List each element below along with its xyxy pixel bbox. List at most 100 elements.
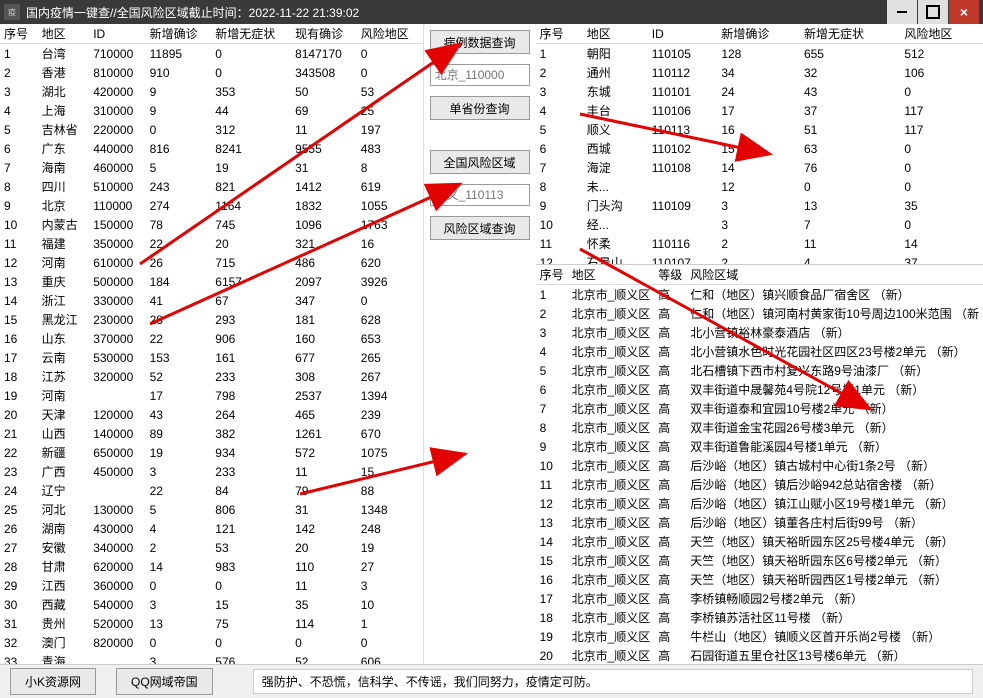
right-bot-row[interactable]: 14北京市_顺义区高天竺（地区）镇天裕昕园东区25号楼4单元 （新） (536, 532, 983, 551)
left-table-row[interactable]: 30西藏5400003153510 (0, 595, 423, 614)
right-top-row[interactable]: 7海淀11010814760 (536, 158, 983, 177)
minimize-button[interactable] (887, 0, 917, 24)
right-top-row[interactable]: 1朝阳110105128655512 (536, 44, 983, 64)
footer: 小K资源网 QQ网域帝国 强防护、不恐慌，信科学、不传谣，我们同努力，疫情定可防… (0, 664, 983, 698)
left-table-row[interactable]: 33青海357652606 (0, 652, 423, 664)
left-table-row[interactable]: 1台湾71000011895081471700 (0, 44, 423, 64)
left-table-row[interactable]: 15黑龙江23000028293181628 (0, 310, 423, 329)
right-bot-row[interactable]: 8北京市_顺义区高双丰街道金宝花园26号楼3单元 （新） (536, 418, 983, 437)
left-table-row[interactable]: 18江苏32000052233308267 (0, 367, 423, 386)
province-input[interactable] (430, 64, 530, 86)
left-table-row[interactable]: 3湖北42000093535053 (0, 82, 423, 101)
left-table-row[interactable]: 14浙江33000041673470 (0, 291, 423, 310)
right-bot-row[interactable]: 12北京市_顺义区高后沙峪（地区）镇江山赋小区19号楼1单元 （新） (536, 494, 983, 513)
col-header: 新增确诊 (717, 24, 800, 44)
left-table-row[interactable]: 22新疆650000199345721075 (0, 443, 423, 462)
col-header: 风险地区 (357, 24, 423, 44)
right-bot-row[interactable]: 1北京市_顺义区高仁和（地区）镇兴顺食品厂宿舍区 （新） (536, 285, 983, 305)
maximize-button[interactable] (918, 0, 948, 24)
right-top-row[interactable]: 10经...370 (536, 215, 983, 234)
right-bot-row[interactable]: 17北京市_顺义区高李桥镇畅顺园2号楼2单元 （新） (536, 589, 983, 608)
left-table-row[interactable]: 31贵州52000013751141 (0, 614, 423, 633)
right-top-row[interactable]: 6西城11010215630 (536, 139, 983, 158)
left-table-row[interactable]: 11福建350000222032116 (0, 234, 423, 253)
close-button[interactable]: × (949, 0, 979, 24)
left-table-row[interactable]: 2香港81000091003435080 (0, 63, 423, 82)
col-header: 现有确诊 (291, 24, 357, 44)
right-top-row[interactable]: 3东城11010124430 (536, 82, 983, 101)
col-header: ID (89, 24, 145, 44)
left-table-row[interactable]: 7海南460000519318 (0, 158, 423, 177)
right-bot-row[interactable]: 10北京市_顺义区高后沙峪（地区）镇古城村中心街1条2号 （新） (536, 456, 983, 475)
right-bot-row[interactable]: 11北京市_顺义区高后沙峪（地区）镇后沙峪942总站宿舍楼 （新） (536, 475, 983, 494)
left-table-row[interactable]: 29江西36000000113 (0, 576, 423, 595)
left-table-row[interactable]: 24辽宁22847988 (0, 481, 423, 500)
right-panel: 序号地区ID新增确诊新增无症状风险地区 1朝阳1101051286555122通… (536, 24, 983, 664)
app-icon: 疫 (4, 4, 20, 20)
right-top-panel: 序号地区ID新增确诊新增无症状风险地区 1朝阳1101051286555122通… (536, 24, 983, 264)
center-panel: 病例数据查询 单省份查询 全国风险区域 风险区域查询 (424, 24, 536, 664)
left-table-row[interactable]: 9北京110000274116418321055 (0, 196, 423, 215)
right-bot-row[interactable]: 9北京市_顺义区高双丰街道鲁能溪园4号楼1单元 （新） (536, 437, 983, 456)
col-header: 新增确诊 (146, 24, 212, 44)
risk-query-button[interactable]: 风险区域查询 (430, 216, 530, 240)
right-bot-row[interactable]: 4北京市_顺义区高北小营镇水色时光花园社区四区23号楼2单元 （新） (536, 342, 983, 361)
left-table-row[interactable]: 32澳门8200000000 (0, 633, 423, 652)
left-table-row[interactable]: 6广东44000081682419555483 (0, 139, 423, 158)
right-bot-row[interactable]: 5北京市_顺义区高北石槽镇下西市村复兴东路9号油漆厂 （新） (536, 361, 983, 380)
left-table-row[interactable]: 5吉林省220000031211197 (0, 120, 423, 139)
left-table-row[interactable]: 27安徽3400002532019 (0, 538, 423, 557)
right-top-row[interactable]: 4丰台1101061737117 (536, 101, 983, 120)
right-top-row[interactable]: 9门头沟11010931335 (536, 196, 983, 215)
col-header: 新增无症状 (800, 24, 900, 44)
col-header: ID (648, 24, 718, 44)
col-header: 风险地区 (900, 24, 983, 44)
right-top-row[interactable]: 2通州1101123432106 (536, 63, 983, 82)
right-bot-row[interactable]: 19北京市_顺义区高牛栏山（地区）镇顺义区首开乐尚2号楼 （新） (536, 627, 983, 646)
left-table-row[interactable]: 21山西140000893821261670 (0, 424, 423, 443)
province-query-button[interactable]: 单省份查询 (430, 96, 530, 120)
right-bot-row[interactable]: 18北京市_顺义区高李桥镇苏活社区11号楼 （新） (536, 608, 983, 627)
left-table-row[interactable]: 10内蒙古1500007874510961763 (0, 215, 423, 234)
col-header: 地区 (583, 24, 648, 44)
risk-all-button[interactable]: 全国风险区域 (430, 150, 530, 174)
right-bottom-table: 序号地区等级风险区域 1北京市_顺义区高仁和（地区）镇兴顺食品厂宿舍区 （新）2… (536, 265, 983, 664)
right-bot-row[interactable]: 2北京市_顺义区高仁和（地区）镇河南村黄家街10号周边100米范围 （新 (536, 304, 983, 323)
case-query-button[interactable]: 病例数据查询 (430, 30, 530, 54)
right-bottom-panel: 序号地区等级风险区域 1北京市_顺义区高仁和（地区）镇兴顺食品厂宿舍区 （新）2… (536, 264, 983, 664)
col-header: 序号 (0, 24, 38, 44)
footer-message: 强防护、不恐慌，信科学、不传谣，我们同努力，疫情定可防。 (253, 669, 973, 694)
right-bot-row[interactable]: 15北京市_顺义区高天竺（地区）镇天裕昕园东区6号楼2单元 （新） (536, 551, 983, 570)
left-panel: 序号地区ID新增确诊新增无症状现有确诊风险地区 1台湾7100001189508… (0, 24, 424, 664)
left-table-row[interactable]: 13重庆500000184615720973926 (0, 272, 423, 291)
left-table-row[interactable]: 17云南530000153161677265 (0, 348, 423, 367)
right-bot-row[interactable]: 16北京市_顺义区高天竺（地区）镇天裕昕园西区1号楼2单元 （新） (536, 570, 983, 589)
right-top-row[interactable]: 12石景山1101072437 (536, 253, 983, 264)
right-bot-row[interactable]: 20北京市_顺义区高石园街道五里仓社区13号楼6单元 （新） (536, 646, 983, 664)
left-table-row[interactable]: 28甘肃6200001498311027 (0, 557, 423, 576)
right-bot-row[interactable]: 13北京市_顺义区高后沙峪（地区）镇董各庄村后街99号 （新） (536, 513, 983, 532)
left-table-row[interactable]: 12河南61000026715486620 (0, 253, 423, 272)
left-table-row[interactable]: 16山东37000022906160653 (0, 329, 423, 348)
right-top-row[interactable]: 8未...1200 (536, 177, 983, 196)
right-bot-row[interactable]: 3北京市_顺义区高北小营镇裕林豪泰酒店 （新） (536, 323, 983, 342)
left-table-row[interactable]: 23广西45000032331115 (0, 462, 423, 481)
left-table-row[interactable]: 26湖南4300004121142248 (0, 519, 423, 538)
right-bot-row[interactable]: 6北京市_顺义区高双丰街道中晟馨苑4号院12号楼1单元 （新） (536, 380, 983, 399)
col-header: 序号 (536, 24, 583, 44)
footer-button-2[interactable]: QQ网域帝国 (116, 668, 213, 695)
left-table-row[interactable]: 4上海3100009446925 (0, 101, 423, 120)
right-top-row[interactable]: 11怀柔11011621114 (536, 234, 983, 253)
left-table-row[interactable]: 19河南1779825371394 (0, 386, 423, 405)
risk-area-input[interactable] (430, 184, 530, 206)
left-table-row[interactable]: 25河北1300005806311348 (0, 500, 423, 519)
left-table-row[interactable]: 20天津12000043264465239 (0, 405, 423, 424)
right-bot-row[interactable]: 7北京市_顺义区高双丰街道泰和宜园10号楼2单元 （新） (536, 399, 983, 418)
col-header: 新增无症状 (211, 24, 291, 44)
window-buttons: × (886, 0, 979, 24)
right-top-row[interactable]: 5顺义1101131651117 (536, 120, 983, 139)
col-header: 等级 (654, 265, 686, 285)
col-header: 序号 (536, 265, 568, 285)
left-table-row[interactable]: 8四川5100002438211412619 (0, 177, 423, 196)
footer-button-1[interactable]: 小K资源网 (10, 668, 96, 695)
